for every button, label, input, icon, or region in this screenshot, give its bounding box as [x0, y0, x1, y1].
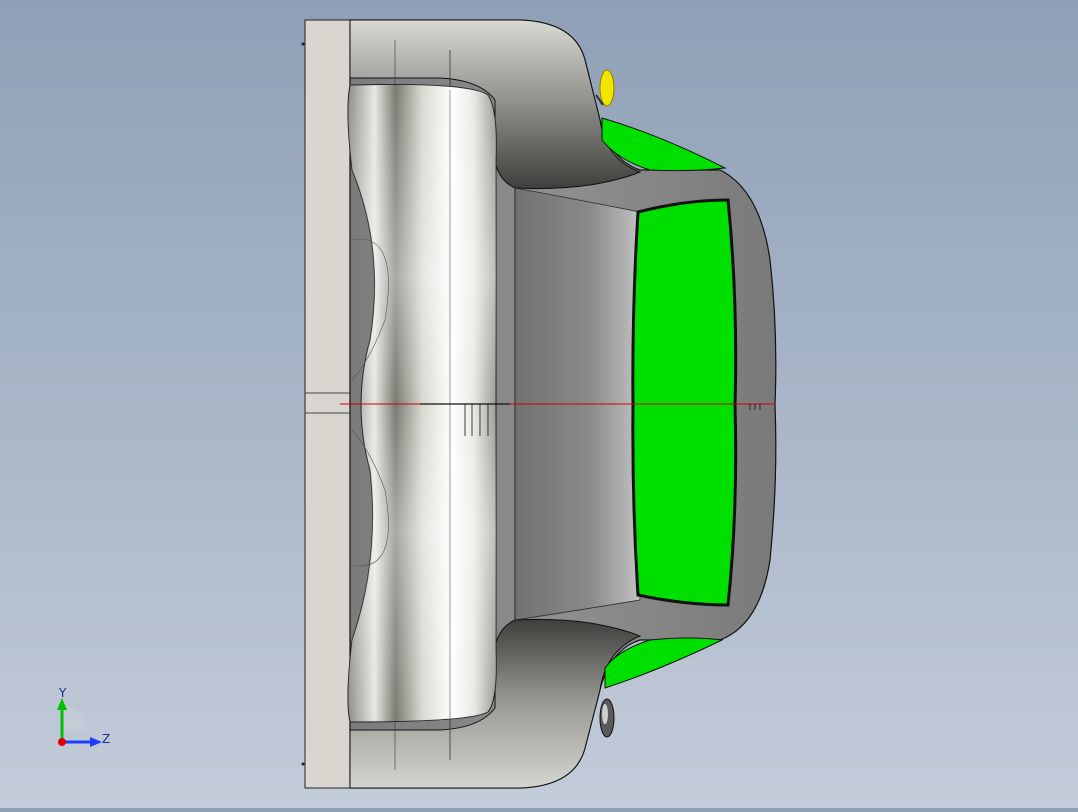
model-view[interactable] — [0, 0, 1078, 808]
orientation-triad[interactable]: Y Z — [50, 686, 120, 752]
y-axis-label: Y — [59, 686, 67, 700]
origin-dot — [58, 738, 66, 746]
bottom-mirror[interactable] — [599, 698, 615, 738]
front-bumper[interactable] — [347, 83, 497, 723]
graphics-viewport[interactable]: Y Z — [0, 0, 1078, 808]
top-mirror[interactable] — [595, 69, 615, 107]
rear-window-glass[interactable] — [631, 198, 738, 607]
z-axis-label: Z — [102, 732, 111, 746]
